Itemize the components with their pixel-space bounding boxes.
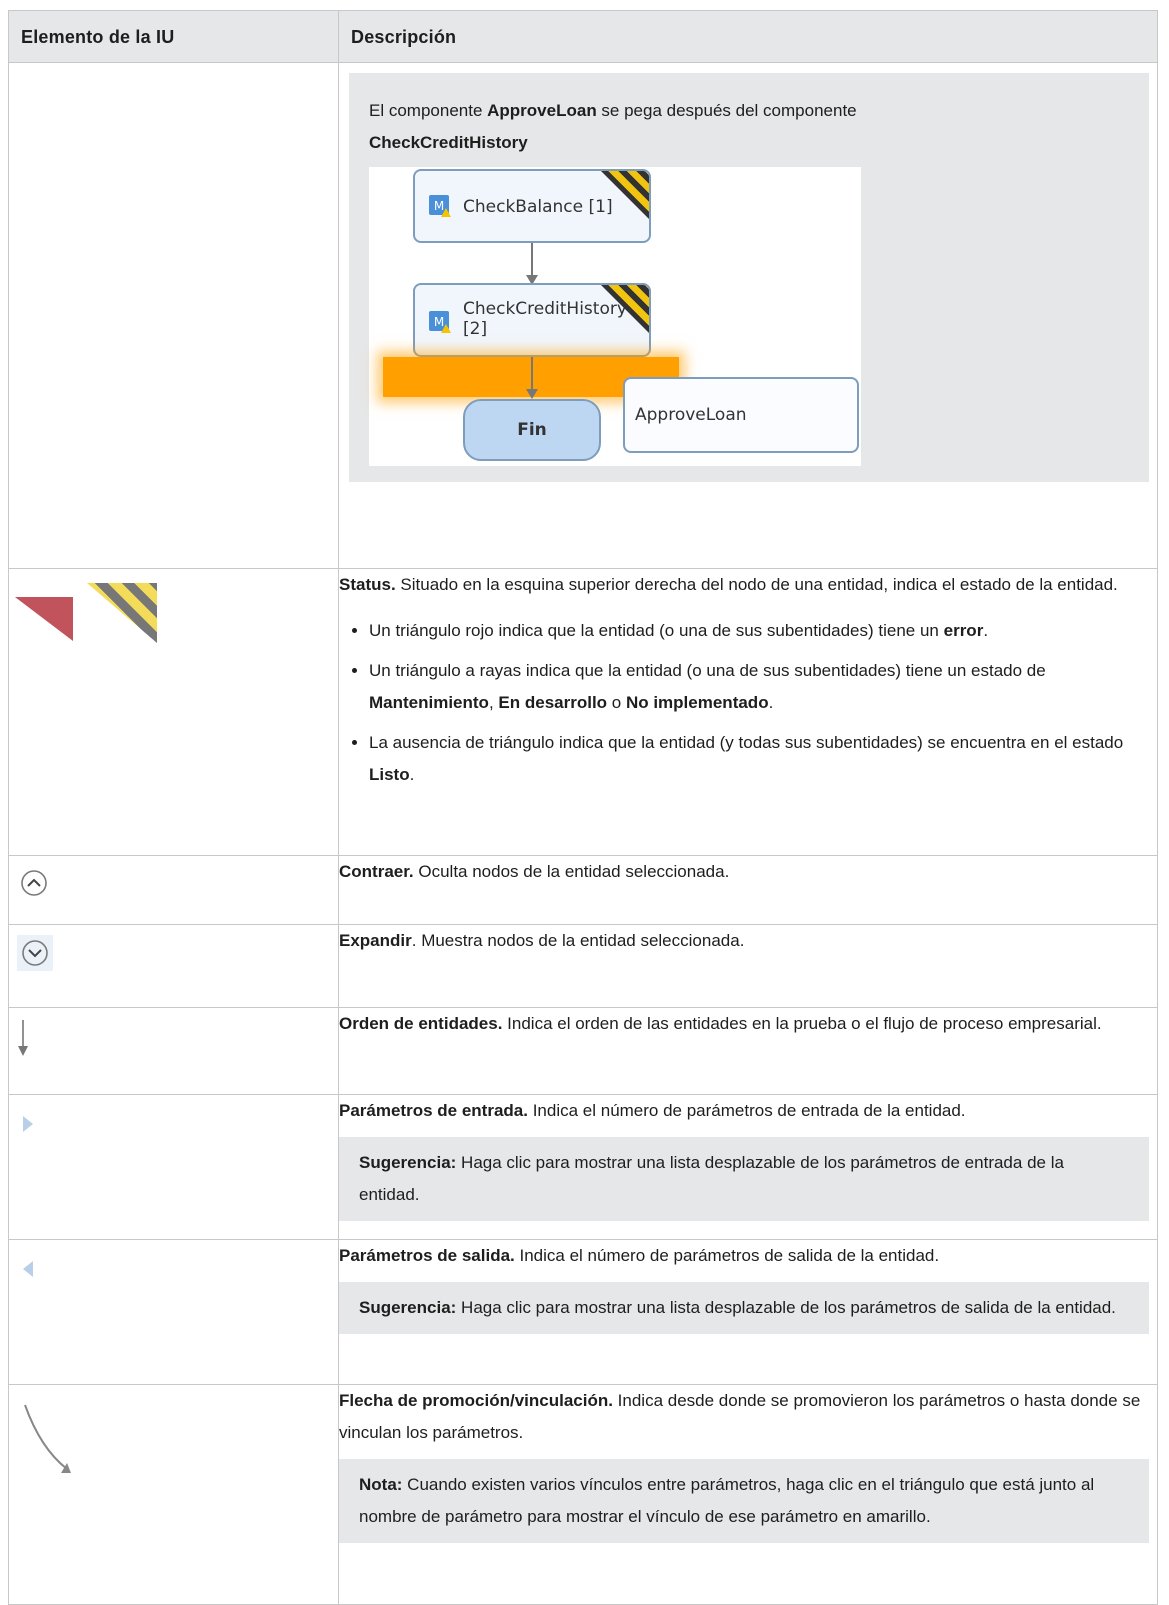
header-description: Descripción [338, 10, 1158, 63]
connector-arrow [526, 357, 538, 399]
svg-text:M: M [434, 199, 444, 213]
expand-title: Expandir [339, 931, 412, 950]
description-cell: Contraer. Oculta nodos de la entidad sel… [338, 855, 1158, 925]
table-header: Elemento de la IU Descripción [8, 10, 1158, 63]
tip-box: Sugerencia: Haga clic para mostrar una l… [339, 1137, 1149, 1221]
table-row: Contraer. Oculta nodos de la entidad sel… [8, 855, 1158, 925]
link-arrow-icon [24, 1404, 71, 1473]
note-box: Nota: Cuando existen varios vínculos ent… [339, 1459, 1149, 1543]
ui-element-cell [8, 924, 339, 1008]
status-list: Un triángulo rojo indica que la entidad … [339, 615, 1157, 791]
description-cell: Parámetros de salida. Indica el número d… [338, 1239, 1158, 1385]
checkcredithistory-term: CheckCreditHistory [369, 133, 528, 152]
table-row: El componente ApproveLoan se pega despué… [8, 62, 1158, 569]
approveloan-term: ApproveLoan [487, 101, 597, 120]
component-icon: M [429, 195, 451, 217]
link-title: Flecha de promoción/vinculación. [339, 1391, 613, 1410]
description-cell: El componente ApproveLoan se pega despué… [338, 62, 1158, 569]
node-end-label: Fin [517, 420, 547, 440]
node-end[interactable]: Fin [463, 399, 601, 461]
table-row: Expandir. Muestra nodos de la entidad se… [8, 924, 1158, 1008]
ui-element-cell [8, 1239, 339, 1385]
ui-element-cell [8, 855, 339, 925]
ui-element-cell [8, 568, 339, 856]
table-row: Parámetros de entrada. Indica el número … [8, 1094, 1158, 1240]
description-cell: Parámetros de entrada. Indica el número … [338, 1094, 1158, 1240]
tip-box: Sugerencia: Haga clic para mostrar una l… [339, 1282, 1149, 1334]
collapse-title: Contraer. [339, 862, 414, 881]
table-row: Flecha de promoción/vinculación. Indica … [8, 1384, 1158, 1605]
down-arrow-icon [18, 1020, 28, 1056]
input-title: Parámetros de entrada. [339, 1101, 528, 1120]
pasted-node-label: ApproveLoan [635, 405, 747, 425]
output-triangle-icon [23, 1261, 33, 1277]
input-triangle-icon [23, 1116, 33, 1132]
list-item: Un triángulo a rayas indica que la entid… [369, 655, 1157, 719]
table-row: Status. Situado en la esquina superior d… [8, 568, 1158, 856]
ui-element-cell [8, 1384, 339, 1605]
output-title: Parámetros de salida. [339, 1246, 515, 1265]
paste-example-box: El componente ApproveLoan se pega despué… [349, 73, 1149, 482]
node-checkbalance-label: CheckBalance [1] [463, 197, 613, 217]
node-checkcredithistory[interactable]: M CheckCreditHistory [2] [413, 283, 651, 357]
connector-arrow [526, 243, 538, 285]
description-cell: Orden de entidades. Indica el orden de l… [338, 1007, 1158, 1095]
header-ui-element: Elemento de la IU [8, 10, 339, 63]
expand-icon [22, 940, 48, 966]
ui-element-cell [8, 1007, 339, 1095]
order-title: Orden de entidades. [339, 1014, 503, 1033]
description-cell: Status. Situado en la esquina superior d… [338, 568, 1158, 856]
collapse-icon [21, 870, 47, 896]
table-row: Orden de entidades. Indica el orden de l… [8, 1007, 1158, 1095]
red-triangle-icon [15, 597, 73, 641]
status-title: Status. [339, 575, 396, 594]
pasted-node-approveloan[interactable]: ApproveLoan [623, 377, 859, 453]
node-checkbalance[interactable]: M CheckBalance [1] [413, 169, 651, 243]
list-item: Un triángulo rojo indica que la entidad … [369, 615, 1157, 647]
table-row: Parámetros de salida. Indica el número d… [8, 1239, 1158, 1385]
component-icon: M [429, 311, 451, 333]
description-cell: Flecha de promoción/vinculación. Indica … [338, 1384, 1158, 1605]
node-checkcredithistory-label: CheckCreditHistory [2] [463, 299, 627, 339]
description-cell: Expandir. Muestra nodos de la entidad se… [338, 924, 1158, 1008]
striped-triangle-icon [87, 583, 157, 643]
list-item: La ausencia de triángulo indica que la e… [369, 727, 1157, 791]
svg-text:M: M [434, 315, 444, 329]
ui-element-cell [8, 1094, 339, 1240]
workflow-diagram: M CheckBalance [1] M CheckCreditHistory … [369, 167, 861, 466]
ui-elements-table: Elemento de la IU Descripción El compone… [8, 10, 1158, 1605]
ui-element-cell [8, 62, 339, 569]
